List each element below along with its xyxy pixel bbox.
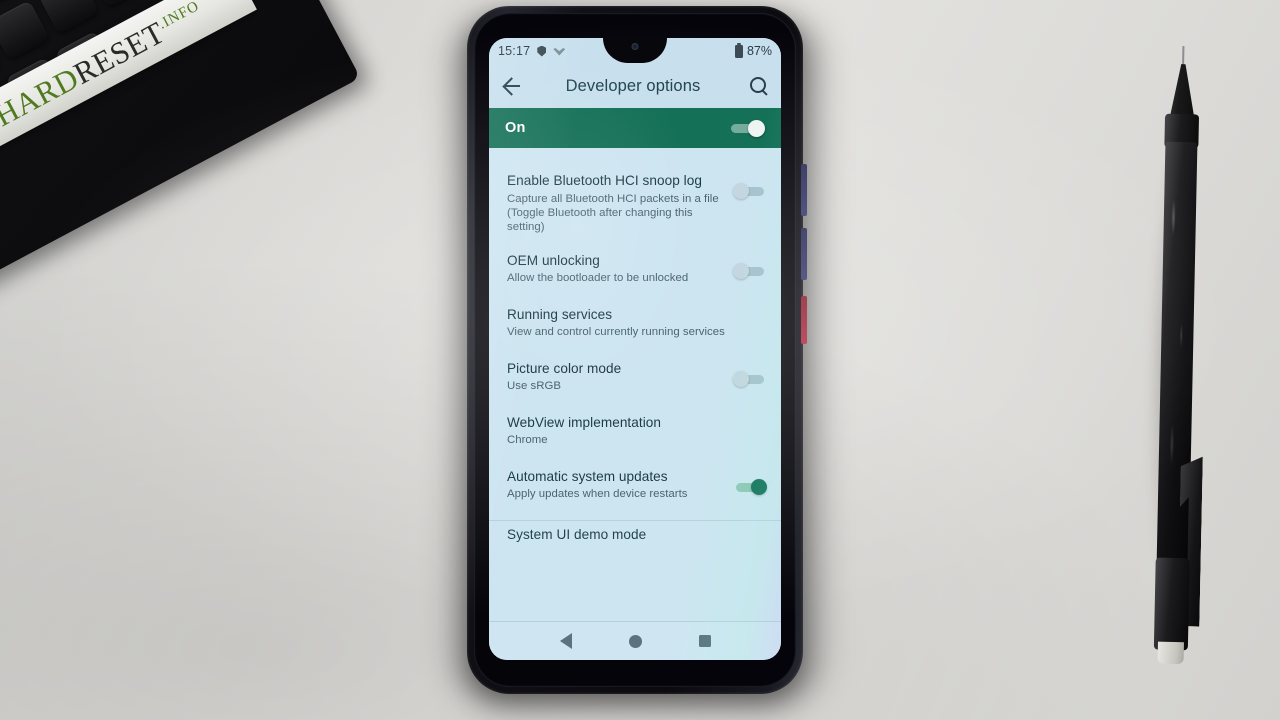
list-item-subtitle: View and control currently running servi… bbox=[507, 326, 725, 339]
keyboard-key bbox=[87, 0, 149, 9]
list-item[interactable]: OEM unlocking Allow the bootloader to be… bbox=[489, 244, 781, 298]
list-item-toggle[interactable] bbox=[733, 183, 767, 199]
list-item-toggle[interactable] bbox=[733, 370, 767, 387]
list-item-title: System UI demo mode bbox=[507, 526, 647, 542]
status-time: 15:17 bbox=[498, 44, 531, 58]
list-item-subtitle: Chrome bbox=[507, 434, 548, 447]
list-item-subtitle: Allow the bootloader to be unlocked bbox=[507, 272, 689, 285]
battery-percent: 87% bbox=[746, 44, 772, 58]
list-item-subtitle: Use sRGB bbox=[507, 380, 561, 393]
keyboard-key bbox=[38, 0, 100, 35]
list-item[interactable]: Enable Bluetooth HCI snoop log Capture a… bbox=[489, 164, 781, 244]
pencil-cap bbox=[1153, 557, 1190, 651]
list-item[interactable]: Running services View and control curren… bbox=[489, 298, 781, 352]
master-switch-label: On bbox=[505, 120, 526, 136]
list-item[interactable]: System UI demo mode bbox=[489, 519, 781, 563]
list-item-toggle[interactable] bbox=[733, 478, 767, 495]
settings-list[interactable]: Enable Bluetooth HCI snoop log Capture a… bbox=[489, 148, 781, 621]
toggle-thumb bbox=[733, 183, 749, 199]
list-item-title: Picture color mode bbox=[507, 360, 622, 376]
list-item[interactable]: Picture color mode Use sRGB bbox=[489, 352, 781, 406]
nav-home-icon[interactable] bbox=[628, 634, 642, 648]
pencil-eraser bbox=[1157, 641, 1184, 665]
desk-scene: HARDRESET.INFO 15:17 87% Developer optio… bbox=[0, 0, 1280, 720]
toggle-thumb bbox=[748, 120, 765, 137]
list-item-text: System UI demo mode bbox=[507, 527, 767, 544]
page-title: Developer options bbox=[565, 76, 701, 95]
volume-up-button[interactable] bbox=[801, 164, 807, 216]
nav-back-icon[interactable] bbox=[559, 633, 572, 649]
keyboard-key bbox=[0, 0, 50, 61]
list-item-text: OEM unlocking Allow the bootloader to be… bbox=[507, 253, 733, 286]
search-icon[interactable] bbox=[749, 76, 769, 96]
master-switch-toggle[interactable] bbox=[731, 120, 765, 137]
list-item-title: Enable Bluetooth HCI snoop log bbox=[507, 173, 702, 188]
toggle-thumb bbox=[733, 262, 749, 279]
list-item-subtitle: Apply updates when device restarts bbox=[507, 488, 688, 501]
toggle-thumb bbox=[751, 478, 767, 495]
list-item-text: Automatic system updates Apply updates w… bbox=[507, 469, 733, 502]
shield-icon bbox=[537, 45, 547, 57]
list-item-text: Running services View and control curren… bbox=[507, 307, 767, 340]
toggle-thumb bbox=[733, 370, 749, 387]
navigation-bar bbox=[489, 621, 781, 660]
power-button[interactable] bbox=[801, 296, 807, 344]
list-item-subtitle: Capture all Bluetooth HCI packets in a f… bbox=[507, 192, 719, 234]
list-item-title: Running services bbox=[507, 306, 613, 322]
developer-options-master-switch-row[interactable]: On bbox=[489, 108, 781, 148]
list-item-title: OEM unlocking bbox=[507, 252, 600, 268]
list-item-text: Enable Bluetooth HCI snoop log Capture a… bbox=[507, 173, 733, 235]
list-item-title: WebView implementation bbox=[507, 414, 661, 430]
list-item[interactable]: WebView implementation Chrome bbox=[489, 406, 781, 460]
back-arrow-icon[interactable] bbox=[501, 75, 523, 97]
list-item-text: WebView implementation Chrome bbox=[507, 415, 767, 448]
list-item-toggle[interactable] bbox=[733, 262, 767, 279]
volume-down-button[interactable] bbox=[801, 228, 807, 280]
app-toolbar: Developer options bbox=[489, 64, 781, 108]
list-item[interactable]: Automatic system updates Apply updates w… bbox=[489, 460, 781, 514]
phone-screen: 15:17 87% Developer options On Enable Bl… bbox=[489, 38, 781, 660]
status-bar-left: 15:17 bbox=[498, 44, 565, 58]
smartphone: 15:17 87% Developer options On Enable Bl… bbox=[467, 6, 807, 694]
list-item-text: Picture color mode Use sRGB bbox=[507, 361, 733, 394]
nav-recents-icon[interactable] bbox=[698, 635, 711, 647]
battery-icon bbox=[734, 42, 743, 58]
wifi-icon bbox=[553, 47, 565, 56]
watermark-info: .INFO bbox=[156, 0, 203, 33]
status-bar-right: 87% bbox=[734, 42, 772, 58]
list-item-title: Automatic system updates bbox=[507, 468, 668, 484]
front-camera-icon bbox=[631, 43, 639, 50]
